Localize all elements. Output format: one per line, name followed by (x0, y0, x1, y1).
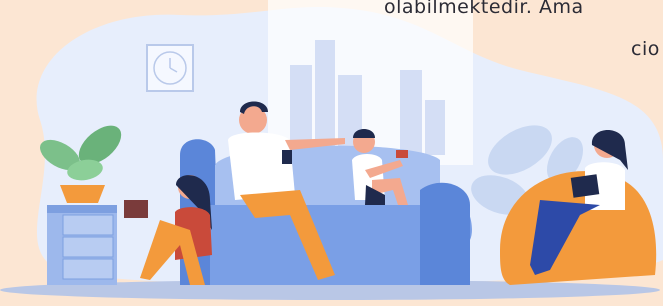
wall-clock-icon (146, 44, 194, 92)
overlay-text-line-1: olabilmektedir. Ama (384, 0, 584, 18)
side-cabinet (47, 205, 117, 285)
illustration-scene (0, 0, 663, 302)
overlay-text-line-2: cio (631, 38, 660, 60)
family-illustration (0, 0, 663, 300)
